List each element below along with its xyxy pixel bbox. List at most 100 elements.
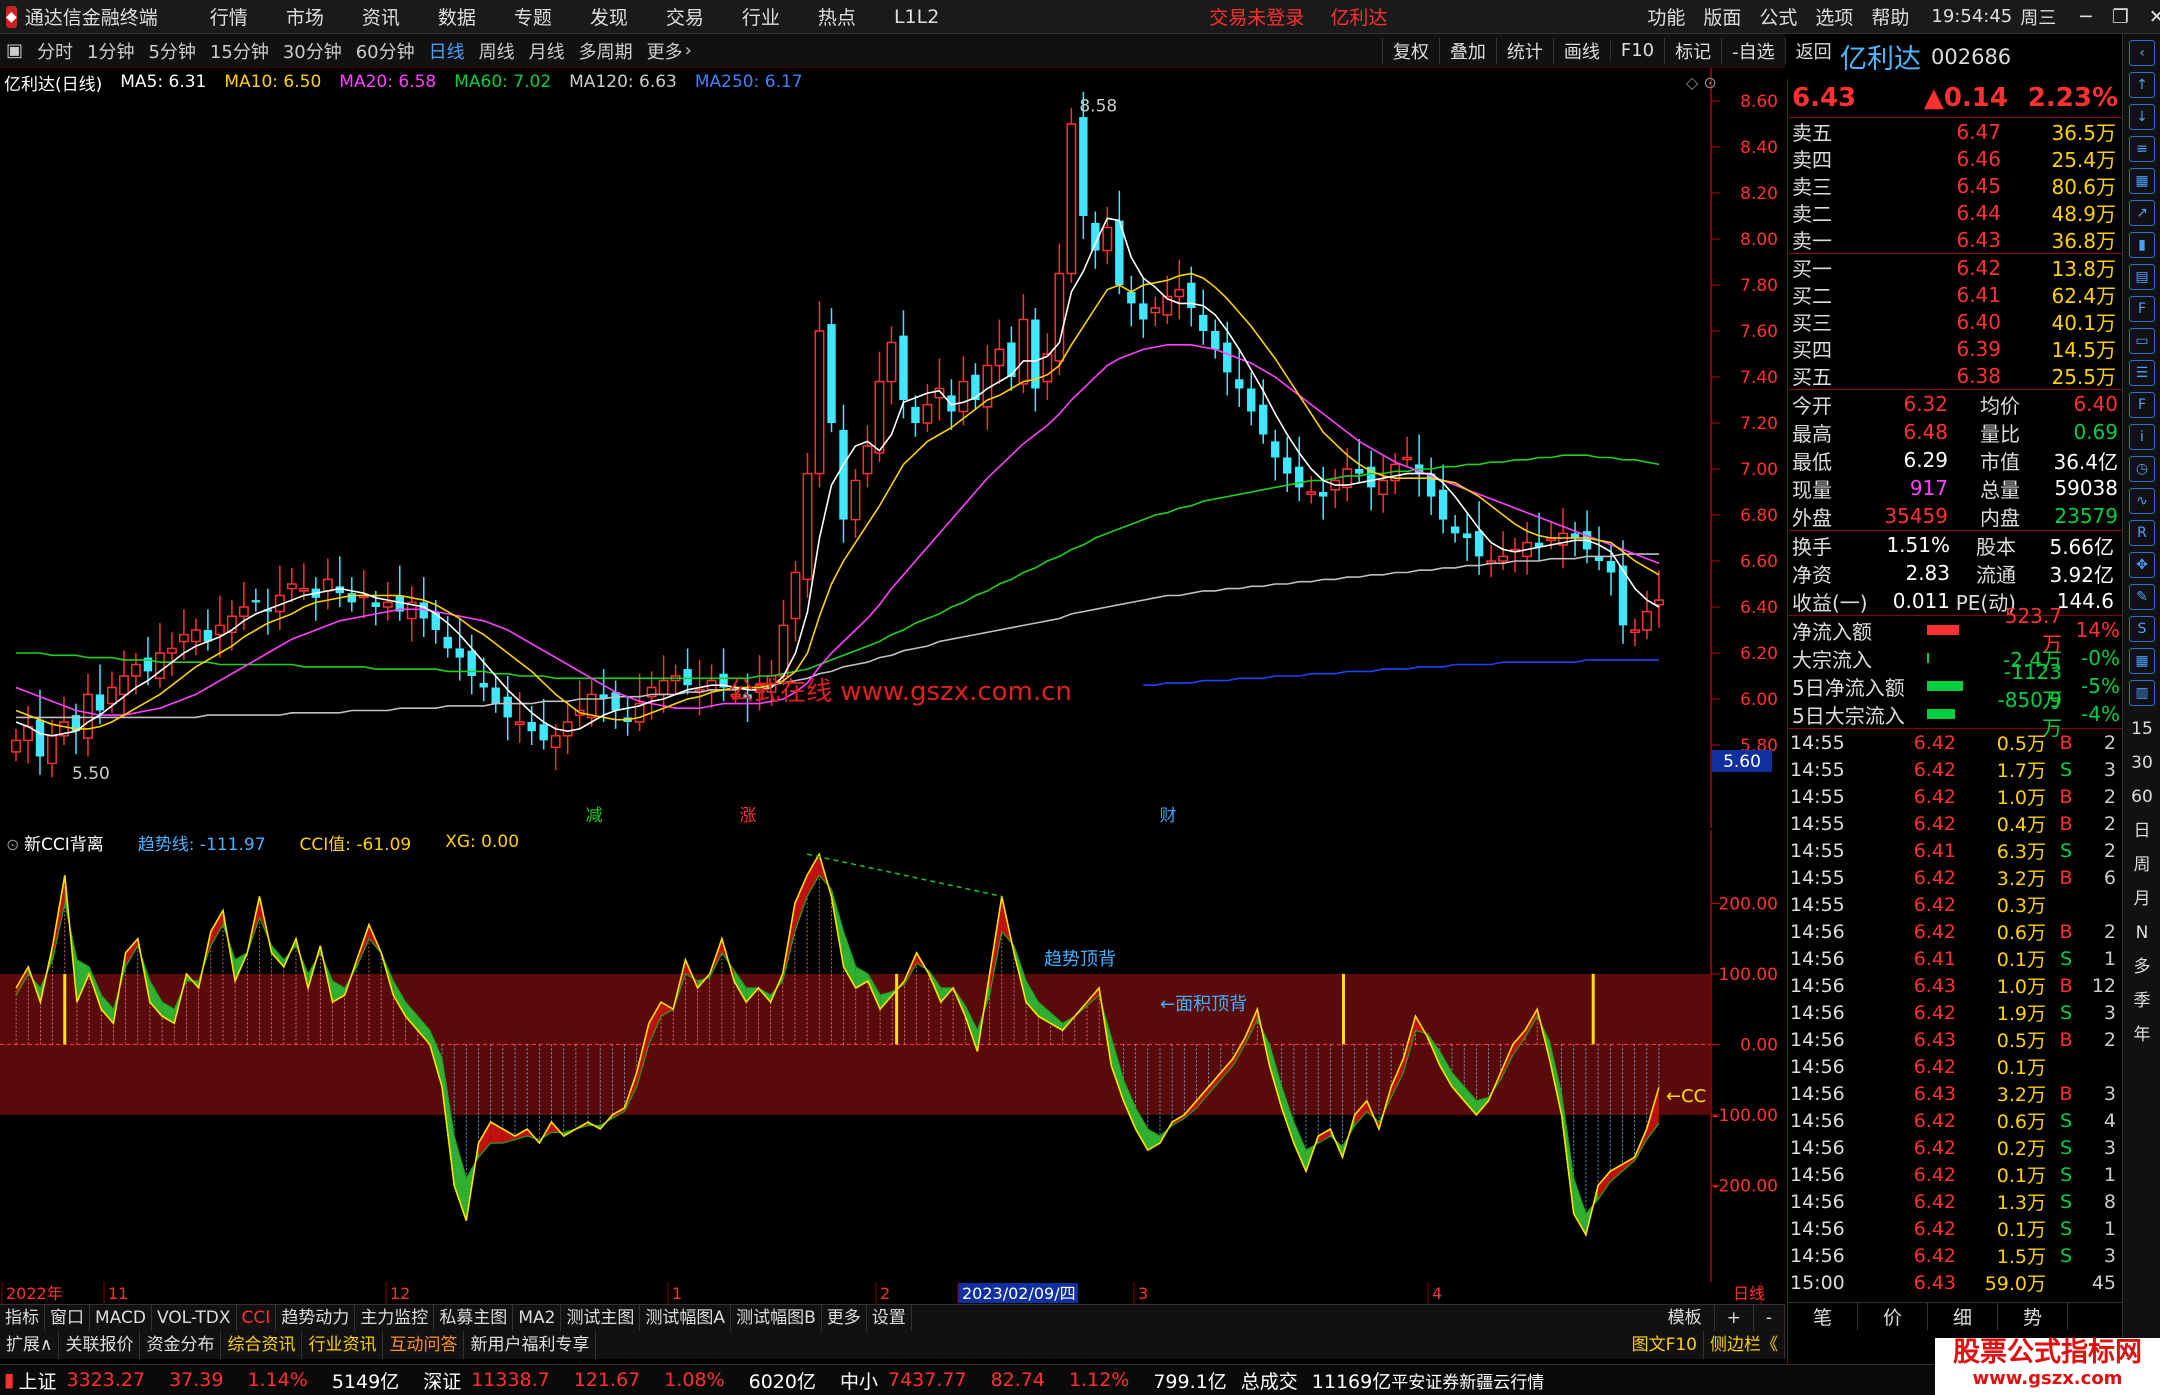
period-multi[interactable]: 多周期	[579, 38, 633, 64]
minimize-icon[interactable]: ─	[2080, 6, 2091, 28]
side-period-3[interactable]: 日	[2123, 814, 2160, 848]
menu-data[interactable]: 数据	[438, 3, 476, 30]
ext-tab-right-0[interactable]: 图文F10	[1626, 1331, 1704, 1359]
zx-name[interactable]: 中小	[840, 1367, 878, 1394]
line-chart-icon[interactable]: ↗	[2129, 200, 2155, 226]
menu-quote[interactable]: 行情	[210, 3, 248, 30]
indicator-tab-8[interactable]: MA2	[513, 1304, 562, 1332]
pencil-icon[interactable]: ✎	[2129, 584, 2155, 610]
ext-tab-6[interactable]: 新用户福利专享	[464, 1331, 597, 1359]
tick-tab-0[interactable]: 笔	[1788, 1303, 1858, 1330]
tabs-right-1[interactable]: +	[1715, 1304, 1754, 1332]
indicator-tab-3[interactable]: VOL-TDX	[152, 1304, 237, 1332]
period-month[interactable]: 月线	[529, 38, 565, 64]
restore-icon[interactable]: ❐	[2112, 6, 2129, 28]
period-day[interactable]: 日线	[429, 38, 465, 64]
period-tick[interactable]: 分时	[37, 38, 73, 64]
tool-watchlist[interactable]: -自选	[1721, 37, 1785, 64]
tick-tab-2[interactable]: 细	[1928, 1303, 1998, 1330]
event-marker[interactable]: 减	[586, 806, 603, 826]
collapse-icon[interactable]: ‹	[2129, 40, 2155, 66]
ext-tab-4[interactable]: 行业资讯	[302, 1331, 384, 1359]
menu-topic[interactable]: 专题	[514, 3, 552, 30]
tool-draw[interactable]: 画线	[1552, 37, 1610, 64]
tool-restore-rights[interactable]: 复权	[1381, 37, 1439, 64]
panel-toggle-icon[interactable]: ▣	[6, 40, 23, 61]
move-icon[interactable]: ✥	[2129, 552, 2155, 578]
side-period-4[interactable]: 周	[2123, 848, 2160, 882]
event-marker[interactable]: 涨	[740, 806, 757, 826]
period-more[interactable]: 更多	[647, 38, 683, 64]
doc-icon[interactable]: ▭	[2129, 328, 2155, 354]
grid-small-icon[interactable]: ▦	[2129, 648, 2155, 674]
tool-stats[interactable]: 统计	[1495, 37, 1553, 64]
period-15m[interactable]: 15分钟	[210, 38, 269, 64]
side-period-5[interactable]: 月	[2123, 882, 2160, 916]
side-period-9[interactable]: 年	[2123, 1018, 2160, 1052]
tool-f10[interactable]: F10	[1609, 40, 1664, 61]
chart-options-icon[interactable]: ◇ ⊙	[1686, 73, 1717, 92]
tabs-right-2[interactable]: -	[1754, 1304, 1785, 1332]
menu-formula[interactable]: 公式	[1759, 3, 1797, 30]
event-marker[interactable]: 财	[1160, 806, 1177, 826]
chart-small-icon[interactable]: ▥	[2129, 680, 2155, 706]
menu-trade[interactable]: 交易	[666, 3, 704, 30]
fs-icon[interactable]: S	[2129, 616, 2155, 642]
indicator-tab-11[interactable]: 测试幅图B	[731, 1304, 822, 1332]
wave-icon[interactable]: ∿	[2129, 488, 2155, 514]
down-arrow-icon[interactable]: ↓	[2129, 104, 2155, 130]
period-60m[interactable]: 60分钟	[356, 38, 415, 64]
info-icon[interactable]: i	[2129, 424, 2155, 450]
side-period-6[interactable]: N	[2123, 916, 2160, 950]
kline-chart[interactable]: 8.60 8.40 8.20 8.00 7.80 7.60 7.40 7.20 7.00 6.80…	[0, 68, 1785, 828]
rsi-icon[interactable]: R	[2129, 520, 2155, 546]
menu-industry[interactable]: 行业	[742, 3, 780, 30]
menu-discover[interactable]: 发现	[590, 3, 628, 30]
tabs-right-0[interactable]: 模板	[1656, 1304, 1715, 1332]
list-icon[interactable]: ≡	[2129, 136, 2155, 162]
grid-icon[interactable]: ▦	[2129, 168, 2155, 194]
side-period-2[interactable]: 60	[2123, 780, 2160, 814]
f10-icon[interactable]: F	[2129, 296, 2155, 322]
ext-tab-0[interactable]: 扩展∧	[0, 1331, 60, 1359]
indicator-tab-5[interactable]: 趋势动力	[276, 1304, 356, 1332]
side-period-0[interactable]: 15	[2123, 712, 2160, 746]
ext-tab-1[interactable]: 关联报价	[59, 1331, 141, 1359]
table-icon[interactable]: ▤	[2129, 264, 2155, 290]
indicator-tab-2[interactable]: MACD	[90, 1304, 152, 1332]
f5-icon[interactable]: F	[2129, 392, 2155, 418]
up-arrow-icon[interactable]: ↑	[2129, 72, 2155, 98]
period-week[interactable]: 周线	[479, 38, 515, 64]
side-period-1[interactable]: 30	[2123, 746, 2160, 780]
cci-chart[interactable]: 200.00 100.00 0.00 -100.00 -200.00 趋势顶背 ←面积顶背 ←…	[0, 830, 1785, 1282]
tick-tab-3[interactable]: 势	[1998, 1303, 2068, 1330]
clock-icon[interactable]: ◷	[2129, 456, 2155, 482]
stack-icon[interactable]: ☰	[2129, 360, 2155, 386]
tool-overlay[interactable]: 叠加	[1438, 37, 1496, 64]
ext-tab-right-1[interactable]: 侧边栏《	[1704, 1331, 1785, 1359]
menu-help[interactable]: 帮助	[1871, 3, 1909, 30]
ext-tab-5[interactable]: 互动问答	[383, 1331, 465, 1359]
side-period-7[interactable]: 多	[2123, 950, 2160, 984]
tool-mark[interactable]: 标记	[1664, 37, 1721, 64]
close-icon[interactable]: ✕	[2149, 6, 2160, 28]
chevron-right-icon[interactable]: ›	[685, 40, 692, 61]
menu-hot[interactable]: 热点	[818, 3, 856, 30]
sz-name[interactable]: 深证	[423, 1367, 461, 1394]
period-30m[interactable]: 30分钟	[283, 38, 342, 64]
indicator-tab-6[interactable]: 主力监控	[355, 1304, 435, 1332]
menu-market[interactable]: 市场	[286, 3, 324, 30]
ext-tab-3[interactable]: 综合资讯	[221, 1331, 303, 1359]
indicator-tab-9[interactable]: 测试主图	[561, 1304, 641, 1332]
menu-news[interactable]: 资讯	[362, 3, 400, 30]
indicator-tab-13[interactable]: 设置	[867, 1304, 912, 1332]
indicator-tab-10[interactable]: 测试幅图A	[640, 1304, 732, 1332]
indicator-tab-4[interactable]: CCI	[237, 1304, 277, 1332]
menu-l1l2[interactable]: L1L2	[894, 6, 939, 28]
trade-login-alert[interactable]: 交易未登录	[1209, 3, 1304, 30]
indicator-tab-0[interactable]: 指标	[0, 1304, 45, 1332]
sh-name[interactable]: 上证	[18, 1367, 56, 1394]
kline-icon[interactable]: ▮	[2129, 232, 2155, 258]
period-5m[interactable]: 5分钟	[148, 38, 195, 64]
tick-tab-1[interactable]: 价	[1858, 1303, 1928, 1330]
